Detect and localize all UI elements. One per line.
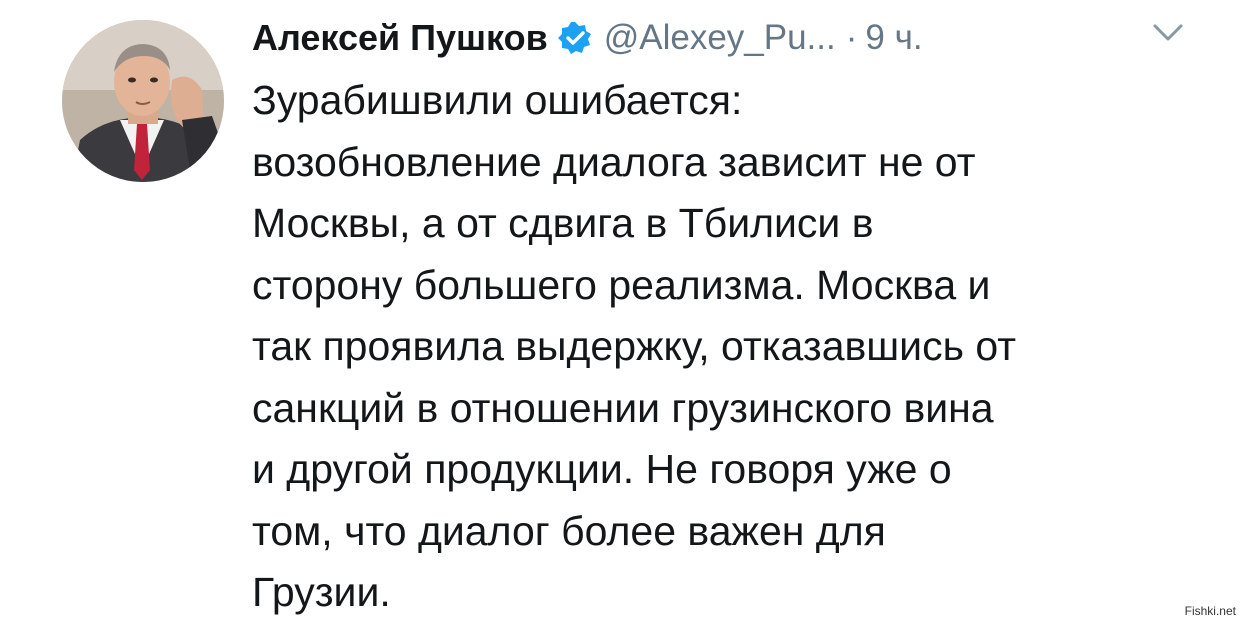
tweet-text-line: сторону большего реализма. Москва и	[252, 261, 991, 308]
separator-dot: ·	[845, 18, 858, 57]
tweet-text-line: том, что диалог более важен для	[252, 507, 886, 554]
author-handle[interactable]: @Alexey_Pu...	[604, 18, 836, 58]
tweet-text-line: и другой продукции. Не говоря уже о	[252, 446, 952, 492]
tweet-text-line: Зурабишвили ошибается:	[252, 77, 743, 123]
watermark: Fishki.net	[1184, 604, 1236, 618]
tweet-card: Алексей Пушков @Alexey_Pu... · 9 ч. Зура…	[0, 0, 1242, 624]
tweet-text-line: так проявила выдержку, отказавшись от	[252, 323, 1017, 369]
avatar-photo	[62, 20, 224, 182]
verified-badge-icon	[557, 21, 592, 55]
tweet-text-line: Москвы, а от сдвига в Тбилиси в	[252, 200, 874, 246]
avatar[interactable]	[62, 20, 224, 182]
tweet-text-line: Грузии.	[252, 569, 391, 615]
tweet-header: Алексей Пушков @Alexey_Pu... · 9 ч.	[252, 10, 923, 66]
tweet-timestamp[interactable]: 9 ч.	[865, 18, 922, 58]
tweet-text-line: возобновление диалога зависит не от	[252, 138, 976, 185]
author-name[interactable]: Алексей Пушков	[252, 17, 548, 59]
tweet-text: Зурабишвили ошибается: возобновление диа…	[252, 70, 1182, 624]
chevron-down-icon[interactable]	[1152, 22, 1184, 44]
tweet-text-line: санкций в отношении грузинского вина	[252, 384, 994, 431]
